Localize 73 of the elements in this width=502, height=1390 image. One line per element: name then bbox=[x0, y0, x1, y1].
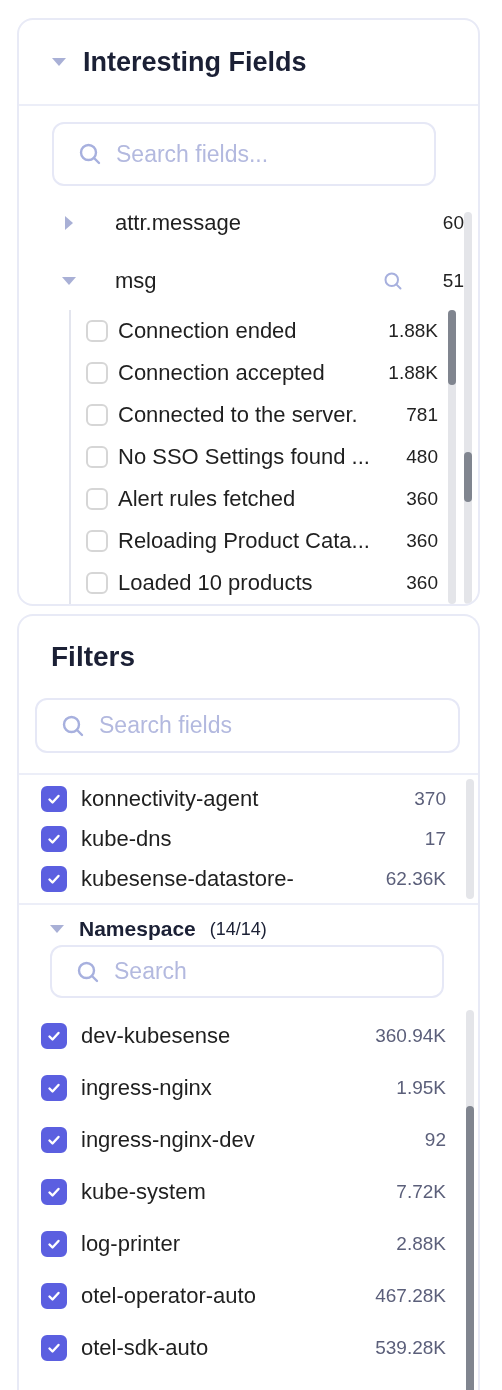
value-label: Alert rules fetched bbox=[118, 486, 297, 512]
filter-count: 7.72K bbox=[396, 1181, 446, 1203]
panel-title: Interesting Fields bbox=[83, 46, 307, 78]
filter-count: 17 bbox=[424, 828, 446, 850]
field-name[interactable]: msg bbox=[115, 268, 383, 294]
filter-label: konnectivity-agent bbox=[81, 786, 260, 812]
panel-title: Filters bbox=[51, 641, 136, 673]
check-icon bbox=[47, 792, 61, 806]
filter-label: dev-kubesense bbox=[81, 1023, 232, 1049]
search-field[interactable]: Search bbox=[50, 945, 444, 998]
filter-count: 62.36K bbox=[385, 868, 446, 890]
filter-count: 539.28K bbox=[375, 1337, 446, 1359]
checkbox[interactable] bbox=[41, 826, 67, 852]
value-label: Reloading Product Cata... bbox=[118, 528, 371, 554]
value-label: Connected to the server. bbox=[118, 402, 359, 428]
value-label: No SSO Settings found ... bbox=[118, 444, 371, 470]
checkbox[interactable] bbox=[41, 1023, 67, 1049]
value-count: 360 bbox=[406, 488, 438, 510]
check-icon bbox=[47, 1237, 61, 1251]
checkbox[interactable] bbox=[41, 866, 67, 892]
search-icon bbox=[78, 142, 102, 166]
search-field[interactable]: Search fields bbox=[35, 698, 460, 753]
check-icon bbox=[47, 832, 61, 846]
value-label: Connection accepted bbox=[118, 360, 326, 386]
filter-label: kubesense-datastore- bbox=[81, 866, 295, 892]
scrollbar[interactable] bbox=[466, 1010, 474, 1390]
field-count: 60 bbox=[442, 212, 464, 234]
search-field[interactable]: Search fields... bbox=[52, 122, 436, 186]
group-count: (14/14) bbox=[209, 918, 267, 940]
search-icon bbox=[61, 713, 85, 738]
check-icon bbox=[47, 1185, 61, 1199]
value-label: Connection ended bbox=[118, 318, 298, 344]
value-count: 1.88K bbox=[388, 362, 438, 384]
filter-count: 1.95K bbox=[396, 1077, 446, 1099]
filter-label: ingress-nginx-dev bbox=[81, 1127, 256, 1153]
check-icon bbox=[47, 1081, 61, 1095]
filter-label: kube-dns bbox=[81, 826, 173, 852]
filter-label: log-printer bbox=[81, 1231, 182, 1257]
group-title[interactable]: Namespace bbox=[79, 917, 196, 941]
search-icon bbox=[382, 271, 403, 291]
checkbox[interactable] bbox=[41, 1075, 67, 1101]
scrollbar[interactable] bbox=[448, 310, 456, 604]
checkbox[interactable] bbox=[41, 1283, 67, 1309]
search-icon bbox=[76, 959, 100, 984]
field-name[interactable]: attr.message bbox=[115, 210, 443, 236]
value-count: 360 bbox=[406, 530, 438, 552]
filter-count: 2.88K bbox=[396, 1233, 446, 1255]
scrollbar[interactable] bbox=[466, 779, 474, 899]
value-count: 781 bbox=[406, 404, 438, 426]
check-icon bbox=[47, 1029, 61, 1043]
filter-label: otel-operator-auto bbox=[81, 1283, 257, 1309]
value-count: 480 bbox=[406, 446, 438, 468]
value-count: 1.88K bbox=[388, 320, 438, 342]
checkbox[interactable] bbox=[41, 786, 67, 812]
field-count: 51 bbox=[442, 270, 464, 292]
filter-label: otel-sdk-auto bbox=[81, 1335, 210, 1361]
filter-count: 92 bbox=[424, 1129, 446, 1151]
filter-count: 360.94K bbox=[375, 1025, 446, 1047]
checkbox[interactable] bbox=[41, 1335, 67, 1361]
filter-count: 370 bbox=[414, 788, 446, 810]
filter-label: kube-system bbox=[81, 1179, 207, 1205]
checkbox[interactable] bbox=[41, 1231, 67, 1257]
check-icon bbox=[47, 1289, 61, 1303]
checkbox[interactable] bbox=[41, 1179, 67, 1205]
check-icon bbox=[47, 1133, 61, 1147]
checkbox[interactable] bbox=[41, 1127, 67, 1153]
filter-label: ingress-nginx bbox=[81, 1075, 213, 1101]
check-icon bbox=[47, 872, 61, 886]
value-label: Loaded 10 products bbox=[118, 570, 314, 596]
filter-count: 467.28K bbox=[375, 1285, 446, 1307]
check-icon bbox=[47, 1341, 61, 1355]
scrollbar[interactable] bbox=[464, 212, 472, 604]
value-count: 360 bbox=[406, 572, 438, 594]
